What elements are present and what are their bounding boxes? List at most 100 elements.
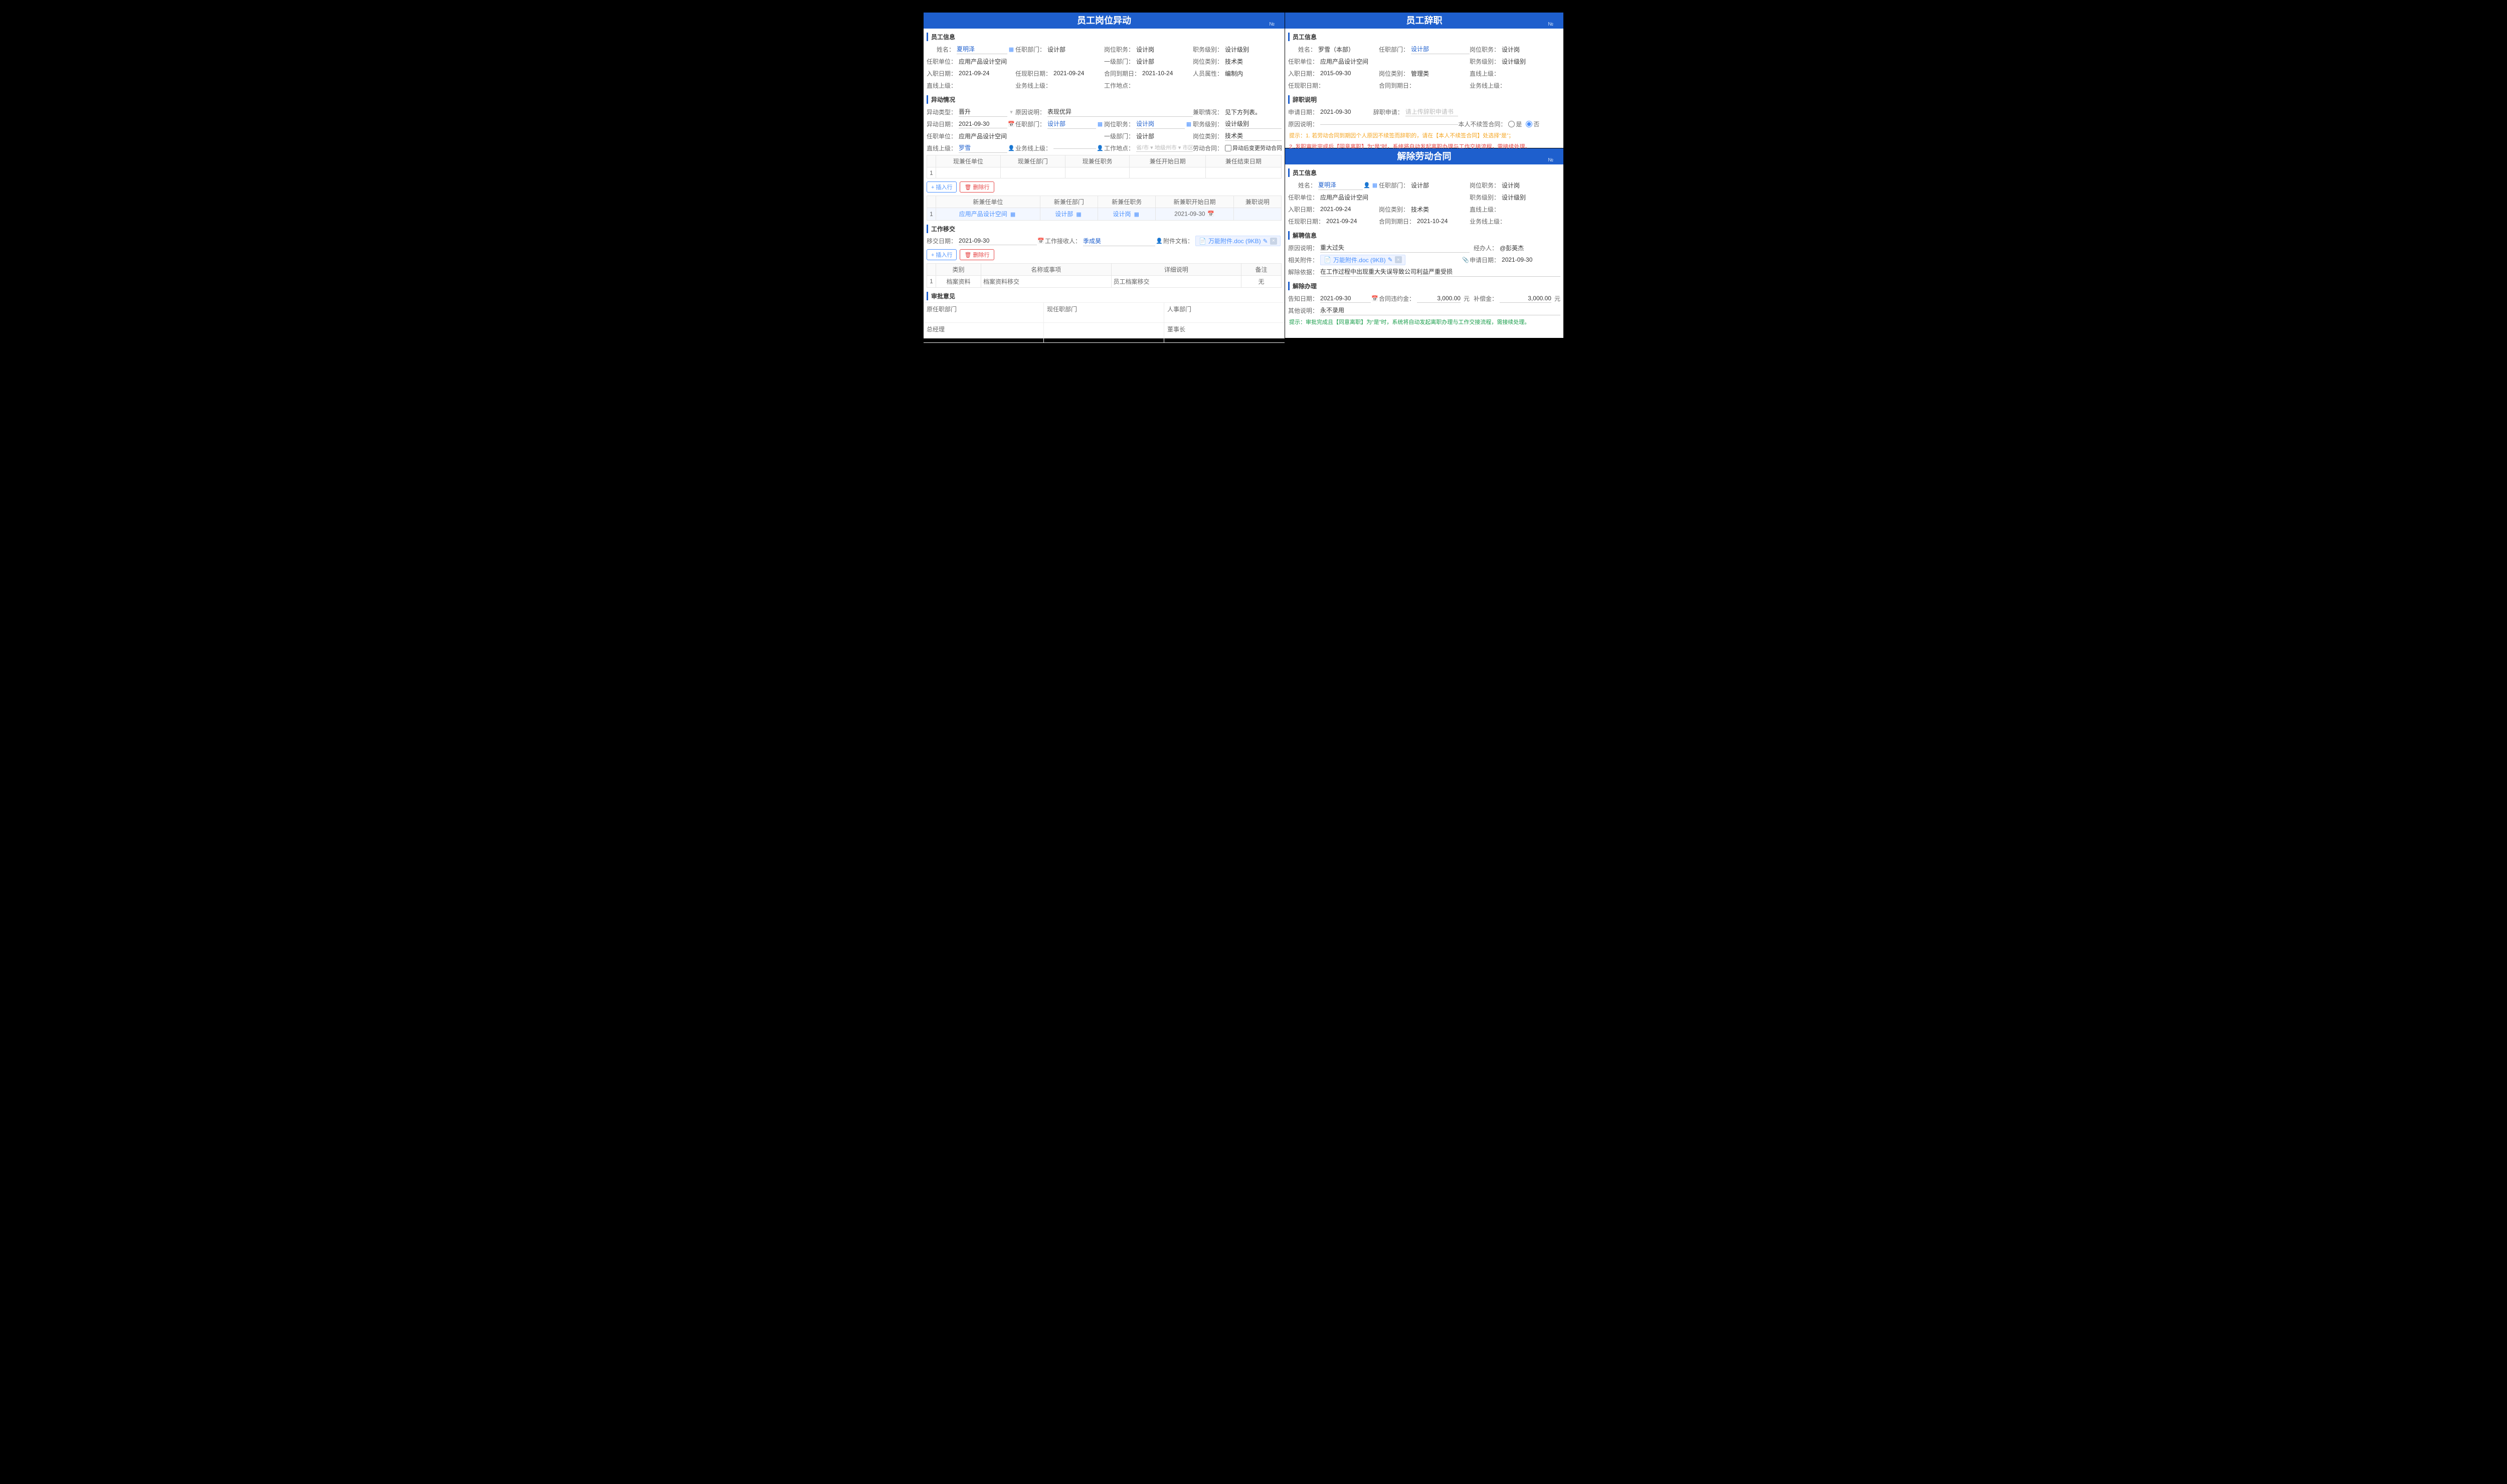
c-value-hire: 2021-09-24 (1320, 206, 1379, 213)
delete-row-button[interactable]: 🗑 删除行 (960, 181, 994, 193)
c-input-comp[interactable]: 3,000.00 (1500, 294, 1551, 303)
org-icon[interactable]: ▦ (1133, 211, 1141, 219)
person-icon[interactable]: 👤 (1096, 144, 1104, 152)
panel-terminate: 解除劳动合同 № 员工信息 姓名：夏明泽👤▦ 任职部门：设计部 岗位职务：设计岗… (1285, 148, 1563, 338)
person-icon[interactable]: 👤 (1155, 237, 1163, 245)
c-value-unit: 应用产品设计空间 (1320, 193, 1470, 202)
remove-icon[interactable]: × (1270, 238, 1277, 245)
value-dept: 设计部 (1047, 45, 1104, 54)
label-chg-post: 岗位职务： (1104, 120, 1136, 128)
resign-grid: 申请日期：2021-09-30 辞职申请：📎 原因说明： 本人不续签合同：是否 (1285, 106, 1563, 130)
c-input-basis[interactable]: 在工作过程中出现重大失误导致公司利益严重受损 (1320, 267, 1560, 277)
radio-yes[interactable] (1508, 121, 1515, 127)
input-chg-biz[interactable] (1053, 147, 1096, 149)
org-icon[interactable]: ▦ (1096, 120, 1104, 128)
cell-cat[interactable]: 档案资料 (936, 275, 981, 287)
org-icon[interactable]: ▦ (1075, 211, 1083, 219)
th3-detail: 详细说明 (1111, 263, 1241, 275)
file-icon: 📄 (1324, 256, 1331, 263)
input-hand-recv[interactable]: 季成昊 (1083, 236, 1155, 246)
c-label-dept: 任职部门： (1379, 181, 1411, 190)
input-chg-dept[interactable]: 设计部 (1047, 119, 1096, 129)
c-label-cur: 任现职日期： (1288, 217, 1326, 226)
calendar-icon[interactable]: 📅 (1371, 294, 1379, 302)
table-row[interactable]: 1 (927, 167, 1282, 178)
edit-icon[interactable]: ✎ (1388, 256, 1393, 263)
input-chg-loc[interactable] (1136, 144, 1193, 152)
section-c-dismiss: 解聘信息 (1288, 231, 1560, 240)
checkbox-labor[interactable] (1225, 145, 1231, 151)
remove-icon[interactable]: × (1395, 256, 1402, 263)
c-label-comp: 补偿金： (1470, 294, 1500, 303)
th2-unit: 新兼任单位 (936, 196, 1040, 208)
cell-unit[interactable]: 应用产品设计空间 (959, 211, 1007, 218)
radio-no[interactable] (1526, 121, 1532, 127)
add-row-button-2[interactable]: + 插入行 (927, 249, 957, 260)
b-label-date: 申请日期： (1288, 108, 1320, 116)
approval-cell-1[interactable]: 原任职部门 (924, 303, 1044, 323)
person-icon[interactable]: 👤 (1007, 144, 1015, 152)
input-chg-rank[interactable]: 设计级别 (1225, 119, 1282, 129)
b-label-name: 姓名： (1288, 45, 1318, 54)
table-row[interactable]: 1档案资料档案资料移交员工档案移交无 (927, 275, 1282, 287)
delete-row-button-2[interactable]: 🗑 删除行 (960, 249, 994, 260)
cell-dept[interactable]: 设计部 (1055, 211, 1073, 218)
c-input-other[interactable]: 永不录用 (1320, 305, 1560, 315)
calendar-icon[interactable]: 📅 (1007, 120, 1015, 128)
c-input-name[interactable]: 夏明泽 (1318, 180, 1363, 190)
input-chg-sup[interactable]: 罗雪 (959, 143, 1007, 153)
select-chg-type[interactable]: 晋升 (959, 107, 1007, 117)
org-icon[interactable]: ▦ (1185, 120, 1193, 128)
hint-1: 提示：1. 若劳动合同到期因个人原因不续签而辞职的，请在【本人不续签合同】处选择… (1285, 130, 1563, 141)
input-chg-date[interactable]: 2021-09-30 (959, 120, 1007, 128)
emp-c-grid: 姓名：夏明泽👤▦ 任职部门：设计部 岗位职务：设计岗 任职单位：应用产品设计空间… (1285, 179, 1563, 227)
cell-note[interactable]: 无 (1241, 275, 1282, 287)
input-name[interactable]: 夏明泽 (957, 44, 1007, 54)
input-chg-cat[interactable]: 技术类 (1225, 131, 1282, 141)
label-unit: 任职单位： (927, 57, 959, 66)
input-hand-date[interactable]: 2021-09-30 (959, 237, 1037, 245)
approval-cell-5[interactable] (1044, 323, 1164, 343)
b-value-cat: 管理类 (1411, 69, 1470, 78)
add-row-button[interactable]: + 插入行 (927, 181, 957, 193)
table-row[interactable]: 1应用产品设计空间 ▦设计部 ▦设计岗 ▦2021-09-30 📅 (927, 208, 1282, 221)
approval-cell-2[interactable]: 现任职部门 (1044, 303, 1164, 323)
approval-cell-3[interactable]: 人事部门 (1164, 303, 1285, 323)
b-value-rank: 设计级别 (1502, 57, 1560, 66)
person-icon[interactable]: ▦ (1007, 45, 1015, 53)
edit-icon[interactable]: ✎ (1263, 238, 1268, 245)
b-input-apply[interactable] (1405, 108, 1459, 116)
calendar-icon[interactable]: 📅 (1037, 237, 1045, 245)
label-chg-dept: 任职部门： (1015, 120, 1047, 128)
card-icon[interactable]: ▦ (1371, 181, 1379, 189)
label-lvl1: 一级部门： (1104, 57, 1136, 66)
c-input-reason[interactable]: 重大过失 (1320, 243, 1470, 253)
attach-icon[interactable]: 📎 (1462, 256, 1470, 264)
input-chg-post[interactable]: 设计岗 (1136, 119, 1185, 129)
approval-cell-6[interactable]: 董事长 (1164, 323, 1285, 343)
attachment-chip-c[interactable]: 📄万能附件.doc (9KB)✎× (1320, 255, 1405, 265)
c-value-exp: 2021-10-24 (1417, 218, 1470, 225)
b-input-dept[interactable]: 设计部 (1411, 44, 1470, 54)
c-input-notice[interactable]: 2021-09-30 (1320, 294, 1371, 303)
section-emp-info: 员工信息 (927, 33, 1282, 41)
value-cat: 技术类 (1225, 57, 1282, 66)
value-post: 设计岗 (1136, 45, 1193, 54)
panel-b-badge: № (1548, 17, 1553, 33)
calendar-icon[interactable]: 📅 (1207, 210, 1215, 218)
approval-cell-4[interactable]: 总经理 (924, 323, 1044, 343)
person-icon[interactable]: 👤 (1363, 181, 1371, 189)
c-input-penalty[interactable]: 3,000.00 (1417, 294, 1461, 303)
label-hand-date: 移交日期： (927, 237, 959, 245)
attachment-chip[interactable]: 📄万能附件.doc (9KB)✎× (1195, 236, 1281, 246)
input-chg-reason[interactable]: 表现优异 (1047, 107, 1193, 117)
b-input-reason[interactable] (1320, 123, 1458, 125)
cell-name[interactable]: 档案资料移交 (981, 275, 1112, 287)
b-value-date: 2021-09-30 (1320, 108, 1373, 115)
dropdown-icon[interactable]: ▾ (1007, 108, 1015, 116)
org-icon[interactable]: ▦ (1009, 211, 1017, 219)
cell-detail[interactable]: 员工档案移交 (1111, 275, 1241, 287)
cell-start[interactable]: 2021-09-30 (1174, 210, 1205, 217)
value-attr: 编制内 (1225, 69, 1282, 78)
cell-post[interactable]: 设计岗 (1113, 211, 1131, 218)
